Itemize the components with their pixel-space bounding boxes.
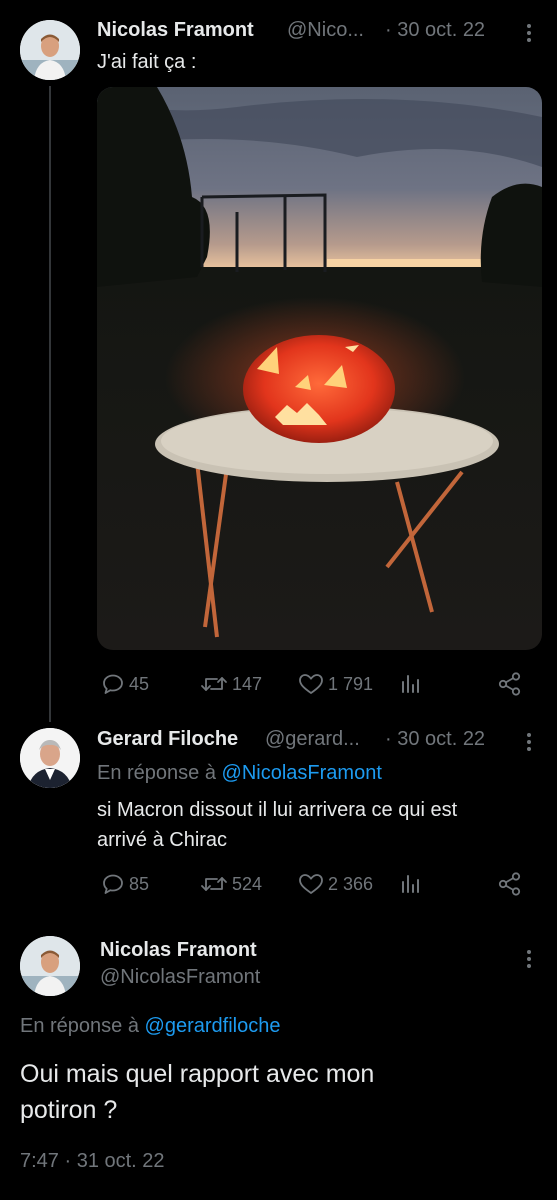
avatar-nicolas-main[interactable]	[20, 936, 80, 996]
main-tweet-text-line-1: Oui mais quel rapport avec mon	[20, 1060, 375, 1088]
avatar-gerard[interactable]	[20, 728, 80, 788]
author-name[interactable]: Gerard Filoche	[97, 728, 238, 751]
reply-icon	[103, 674, 123, 694]
tweet-text-line-2: arrivé à Chirac	[97, 829, 228, 851]
tweet-date[interactable]: · 30 oct. 22	[385, 19, 485, 42]
reply-to-link[interactable]: @NicolasFramont	[222, 762, 382, 784]
tweet-photo[interactable]	[97, 87, 542, 650]
like-icon	[299, 674, 323, 694]
reply-count: 45	[129, 673, 150, 694]
author-name[interactable]: Nicolas Framont	[97, 19, 254, 42]
tweet-text: J'ai fait ça :	[97, 51, 197, 73]
share-button[interactable]	[497, 671, 523, 697]
retweet-count: 147	[232, 673, 263, 694]
reply-to-link[interactable]: @gerardfiloche	[145, 1015, 281, 1037]
author-handle[interactable]: @Nico...	[287, 19, 364, 42]
more-icon[interactable]	[526, 733, 532, 751]
reply-prefix: En réponse à	[20, 1015, 145, 1037]
reply-prefix: En réponse à	[97, 762, 222, 784]
retweet-icon	[201, 877, 227, 891]
retweet-button[interactable]: 147	[200, 672, 262, 696]
like-count: 2 366	[328, 873, 374, 894]
reply-button[interactable]: 85	[101, 872, 149, 896]
share-icon	[498, 872, 521, 896]
views-icon	[402, 675, 419, 693]
reply-button[interactable]: 45	[101, 672, 149, 696]
share-button[interactable]	[497, 871, 523, 897]
reply-count: 85	[129, 873, 150, 894]
main-tweet-timestamp[interactable]: 7:47 · 31 oct. 22	[20, 1150, 165, 1173]
main-tweet-text-line-2: potiron ?	[20, 1096, 118, 1124]
reply-context: En réponse à @gerardfiloche	[20, 1015, 280, 1038]
author-name[interactable]: Nicolas Framont	[100, 939, 257, 962]
author-handle[interactable]: @NicolasFramont	[100, 966, 260, 989]
views-button[interactable]	[400, 672, 422, 696]
tweet-date[interactable]: · 30 oct. 22	[385, 728, 485, 751]
reply-icon	[103, 874, 123, 894]
more-icon[interactable]	[526, 24, 532, 42]
retweet-button[interactable]: 524	[200, 872, 262, 896]
like-button[interactable]: 1 791	[298, 672, 373, 696]
reply-context: En réponse à @NicolasFramont	[97, 762, 382, 785]
tweet-text-line-1: si Macron dissout il lui arrivera ce qui…	[97, 799, 458, 821]
views-button[interactable]	[400, 872, 422, 896]
like-count: 1 791	[328, 673, 374, 694]
retweet-count: 524	[232, 873, 263, 894]
avatar-nicolas[interactable]	[20, 20, 80, 80]
views-icon	[402, 875, 419, 893]
author-handle[interactable]: @gerard...	[265, 728, 360, 751]
share-icon	[498, 672, 521, 696]
thread-line	[49, 86, 51, 722]
like-icon	[299, 874, 323, 894]
retweet-icon	[201, 677, 227, 691]
more-icon[interactable]	[526, 950, 532, 968]
like-button[interactable]: 2 366	[298, 872, 373, 896]
